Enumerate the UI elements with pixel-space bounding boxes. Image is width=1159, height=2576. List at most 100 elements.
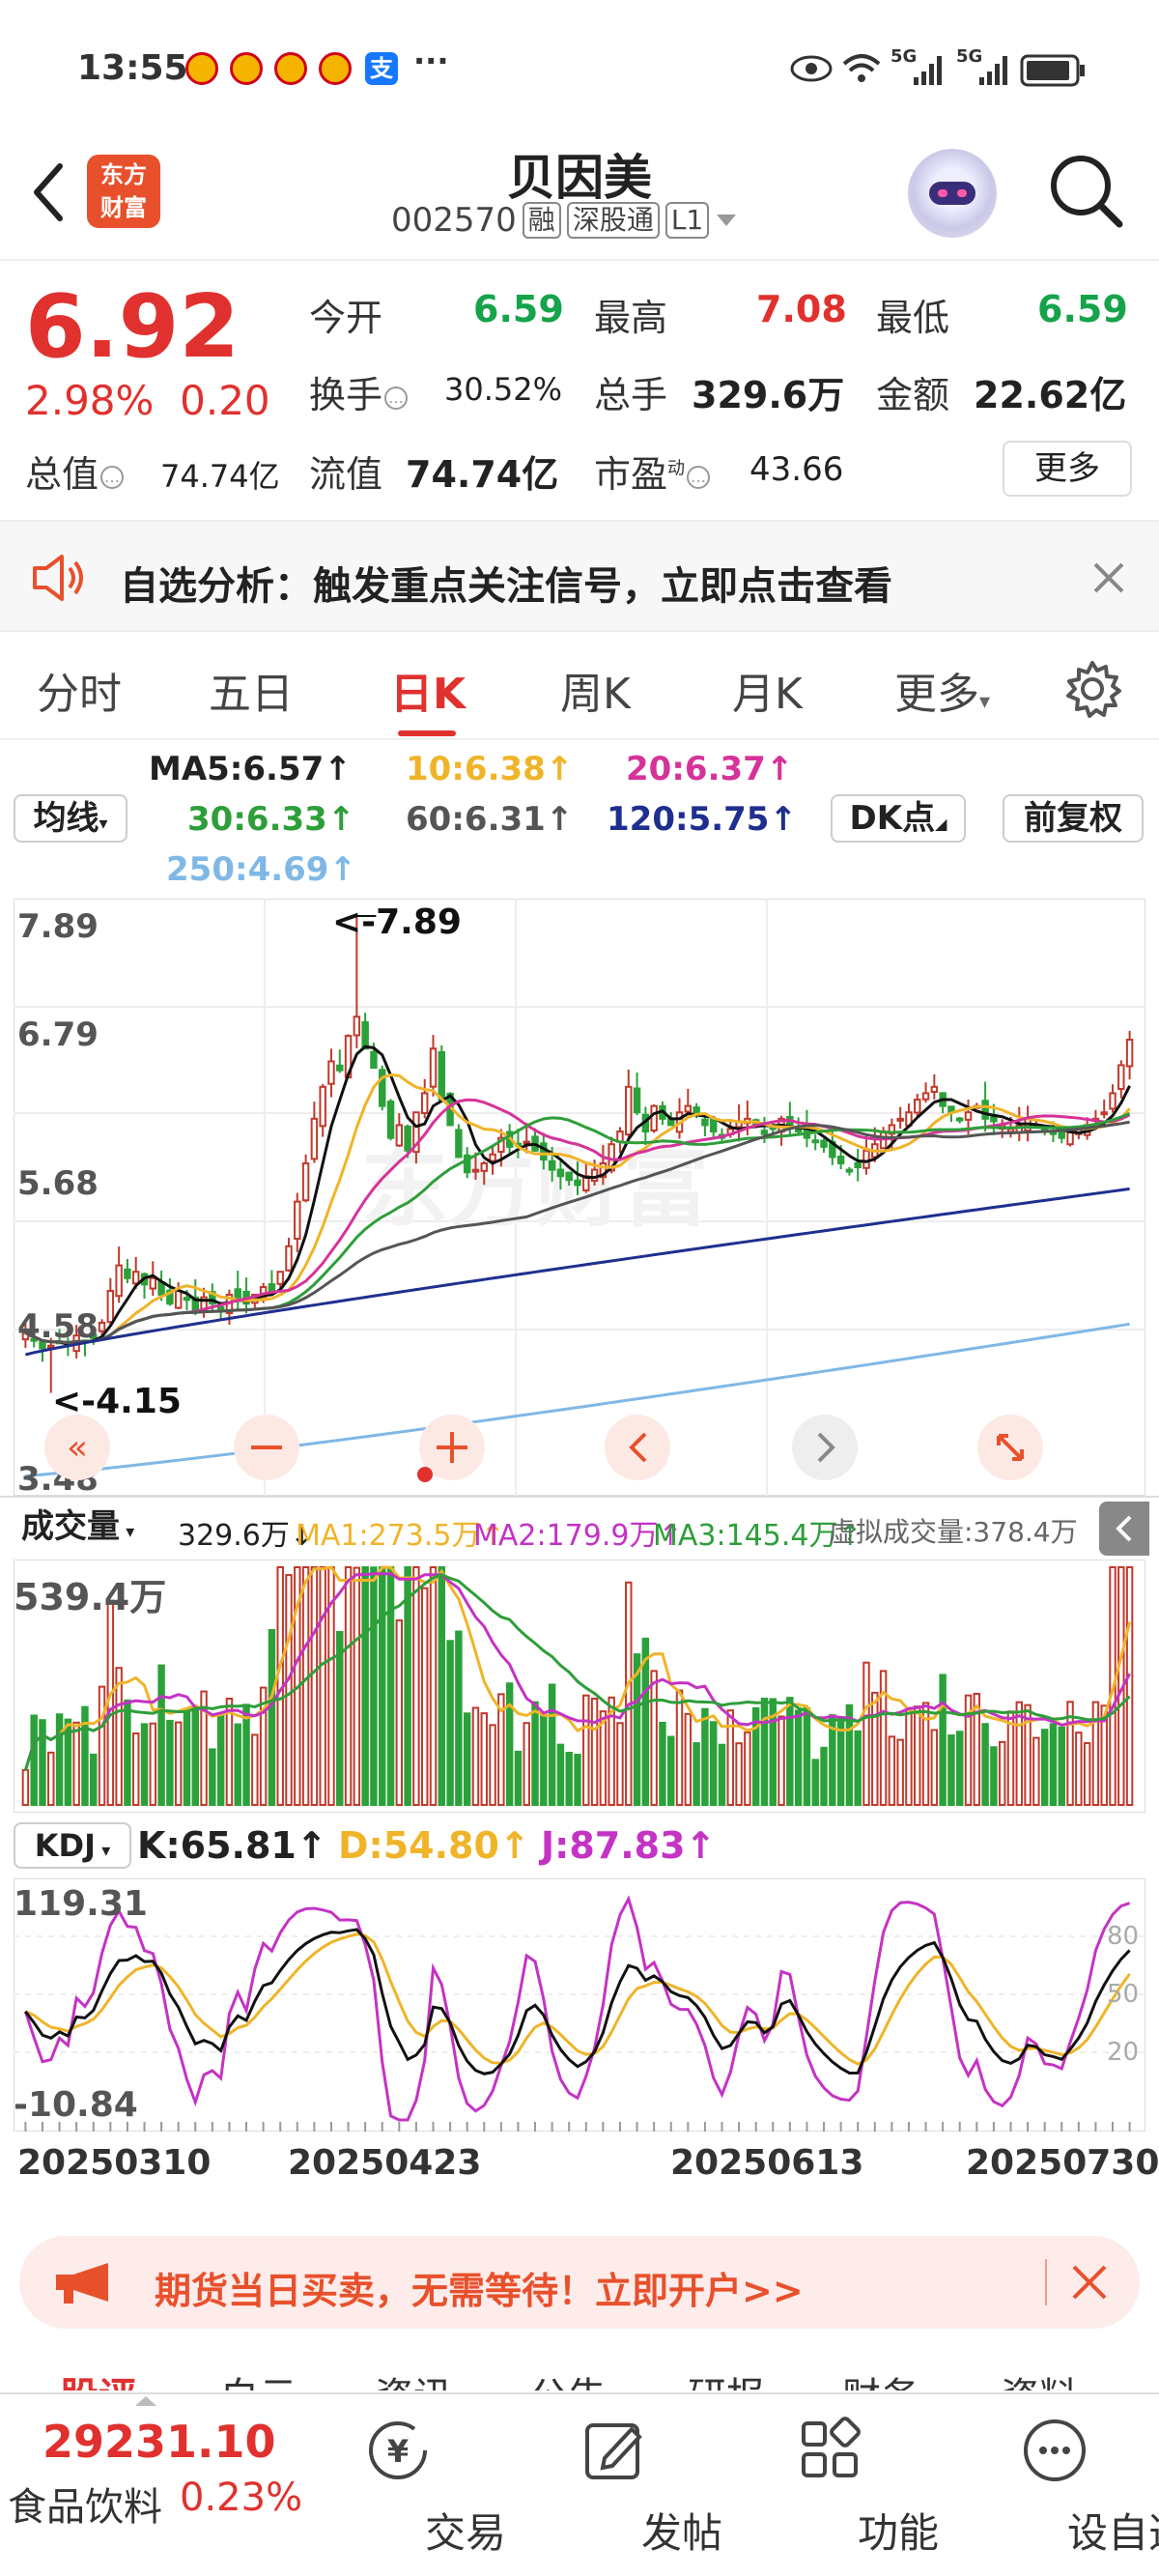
nav-trade[interactable]: ¥ 交易 bbox=[330, 2394, 506, 2576]
market-cap-label[interactable]: 总值… bbox=[25, 444, 125, 498]
kdj-d: D:54.80↑ bbox=[338, 1824, 530, 1867]
battery-icon bbox=[1020, 54, 1085, 87]
ma30-legend: 30:6.33↑ bbox=[187, 800, 355, 839]
speaker-icon bbox=[33, 555, 83, 601]
close-icon[interactable] bbox=[1070, 2263, 1109, 2302]
volume-bar bbox=[446, 1640, 454, 1806]
scroll-left-button[interactable] bbox=[605, 1415, 670, 1480]
ma-selector-button[interactable]: 均线▾ bbox=[14, 794, 127, 843]
volume-header: 成交量 ▾ 329.6万↓ MA1:273.5万↑ MA2:179.9万↑ MA… bbox=[0, 1496, 1159, 1558]
watchlist-alert-banner[interactable]: 自选分析：触发重点关注信号，立即点击查看 bbox=[0, 520, 1159, 632]
scroll-right-button[interactable] bbox=[792, 1415, 858, 1480]
news-tab[interactable]: 资讯 bbox=[375, 2365, 452, 2390]
nav-post[interactable]: 发帖 bbox=[547, 2394, 722, 2576]
candlestick-chart[interactable]: 东方财富 7.89 6.79 5.68 4.58 3.48 <-7.89 <-4… bbox=[14, 899, 1145, 1496]
news-tab[interactable]: 白云 bbox=[220, 2365, 297, 2390]
position-dot bbox=[417, 1467, 433, 1482]
volume-bar bbox=[412, 1566, 420, 1806]
tab-intraday[interactable]: 分时 bbox=[37, 659, 122, 721]
kdj-indicator-selector[interactable]: KDJ ▾ bbox=[14, 1822, 131, 1869]
tab-five-day[interactable]: 五日 bbox=[209, 659, 294, 721]
ma60-legend: 60:6.31↑ bbox=[406, 800, 574, 839]
news-tabs-row: 股评 白云 资讯 公告 研报 财务 资料 bbox=[0, 2352, 1159, 2390]
volume-bar bbox=[47, 1751, 55, 1806]
volume-bar bbox=[675, 1689, 684, 1806]
low-value: 6.59 bbox=[1037, 288, 1128, 330]
more-stats-button[interactable]: 更多 bbox=[1003, 441, 1132, 497]
price-axis-label: 7.89 bbox=[17, 907, 99, 946]
level-tag[interactable]: L1 bbox=[664, 202, 710, 239]
volume-bar bbox=[1058, 1726, 1065, 1806]
news-tab[interactable]: 股评 bbox=[60, 2365, 137, 2390]
settings-gear-icon[interactable] bbox=[1062, 659, 1122, 719]
volume-bar bbox=[480, 1712, 488, 1806]
pe-value: 43.66 bbox=[749, 450, 844, 489]
volume-bar bbox=[955, 1731, 964, 1807]
kdj-j: J:87.83↑ bbox=[541, 1824, 717, 1867]
close-icon[interactable] bbox=[1091, 560, 1126, 595]
collapse-panel-button[interactable] bbox=[1099, 1502, 1149, 1556]
double-chevron-left-icon: « bbox=[67, 1428, 88, 1468]
kdj-header: KDJ ▾ K:65.81↑ D:54.80↑ J:87.83↑ bbox=[0, 1817, 1159, 1878]
news-tab[interactable]: 公告 bbox=[529, 2365, 607, 2390]
volume-bar bbox=[21, 1768, 30, 1806]
volume-bar bbox=[90, 1753, 98, 1807]
fullscreen-button[interactable] bbox=[977, 1415, 1043, 1480]
dk-point-button[interactable]: DK点◢ bbox=[831, 794, 966, 843]
tab-monthly-k[interactable]: 月K bbox=[732, 659, 803, 721]
scroll-start-button[interactable]: « bbox=[44, 1415, 110, 1480]
search-icon[interactable] bbox=[1048, 153, 1125, 230]
sector-index-value: 29231.10 bbox=[42, 2416, 276, 2468]
volume-bar bbox=[39, 1719, 46, 1806]
volume-bar bbox=[55, 1713, 64, 1806]
volume-bar bbox=[616, 1722, 624, 1806]
stock-header: 东方 财富 贝因美 002570 融 深股通 L1 bbox=[0, 135, 1159, 261]
volume-bar bbox=[556, 1743, 565, 1807]
wifi-icon bbox=[842, 54, 881, 82]
sector-index-card[interactable]: 29231.10 食品饮料 0.23% bbox=[0, 2394, 319, 2576]
news-tab[interactable]: 研报 bbox=[688, 2365, 765, 2390]
tab-more[interactable]: 更多▾ bbox=[894, 659, 990, 721]
volume-bar bbox=[709, 1721, 718, 1806]
turnover-label[interactable]: 换手… bbox=[309, 365, 409, 418]
nav-functions[interactable]: 功能 bbox=[763, 2394, 939, 2576]
quote-panel: 6.92 2.98% 0.20 今开 6.59 最高 7.08 最低 6.59 … bbox=[0, 263, 1159, 512]
promo-text: 期货当日买卖，无需等待！立即开户>> bbox=[155, 2270, 804, 2312]
volume-bar bbox=[777, 1715, 785, 1806]
futures-promo-banner[interactable]: 期货当日买卖，无需等待！立即开户>> bbox=[19, 2236, 1140, 2329]
info-icon: … bbox=[100, 465, 125, 489]
price-adjust-button[interactable]: 前复权 bbox=[1003, 794, 1144, 843]
high-annotation: <-7.89 bbox=[332, 902, 462, 942]
news-tab[interactable]: 财务 bbox=[842, 2365, 919, 2390]
volume-bar bbox=[939, 1674, 947, 1806]
volume-bar bbox=[625, 1581, 633, 1807]
volume-chart[interactable]: 539.4万 bbox=[14, 1560, 1145, 1813]
volume-bar bbox=[420, 1587, 429, 1807]
volume-bar bbox=[429, 1566, 438, 1806]
caret-down-icon[interactable] bbox=[715, 211, 738, 230]
volume-bar bbox=[684, 1712, 693, 1806]
news-tab[interactable]: 资料 bbox=[1001, 2365, 1078, 2390]
chevron-left-icon bbox=[1116, 1515, 1132, 1542]
volume-bar bbox=[157, 1664, 165, 1806]
volume-bar bbox=[760, 1697, 769, 1806]
zoom-out-button[interactable] bbox=[234, 1415, 299, 1480]
nav-add-watchlist-label: 设自选 bbox=[1066, 2509, 1159, 2557]
volume-bar bbox=[455, 1630, 463, 1806]
nav-add-watchlist[interactable]: 设自选 bbox=[983, 2394, 1159, 2576]
volume-bar bbox=[990, 1746, 998, 1806]
kdj-chart[interactable]: 119.31 -10.84 80 50 20 bbox=[14, 1878, 1145, 2132]
up-arrow-icon: ↑ bbox=[328, 850, 356, 889]
volume-bar bbox=[370, 1566, 378, 1807]
volume-bar bbox=[361, 1566, 369, 1806]
assistant-robot-icon[interactable] bbox=[908, 149, 997, 238]
volume-bar bbox=[905, 1708, 913, 1806]
kdj-level-label: 20 bbox=[1107, 2038, 1139, 2067]
pe-label[interactable]: 市盈动… bbox=[594, 444, 711, 498]
change-amount: 0.20 bbox=[180, 377, 270, 424]
tab-daily-k[interactable]: 日K bbox=[390, 659, 466, 721]
weibo-notification-icon bbox=[185, 52, 218, 85]
tab-weekly-k[interactable]: 周K bbox=[560, 659, 631, 721]
nav-trade-label: 交易 bbox=[424, 2509, 506, 2557]
volume-indicator-selector[interactable]: 成交量 ▾ bbox=[14, 1505, 168, 1552]
